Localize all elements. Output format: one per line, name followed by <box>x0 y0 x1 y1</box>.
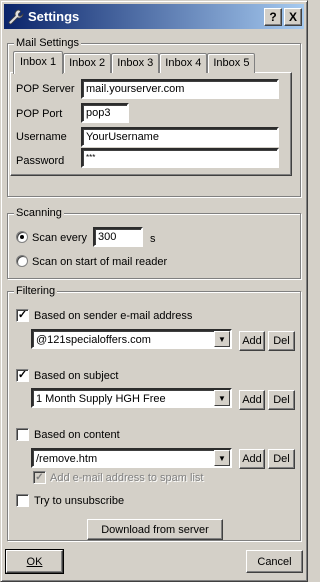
add-to-spam-checkbox[interactable]: ✓ <box>33 471 46 484</box>
help-button[interactable]: ? <box>264 7 282 26</box>
tab-inbox-1[interactable]: Inbox 1 <box>13 51 64 74</box>
scanning-group: Scanning <box>7 207 301 279</box>
pop-port-input[interactable]: pop3 <box>81 103 129 123</box>
username-input[interactable]: YourUsername <box>81 127 279 147</box>
radio-selected-dot <box>20 235 24 239</box>
content-filter-label: Based on content <box>34 429 120 441</box>
unsubscribe-checkbox[interactable] <box>16 494 29 507</box>
pop-port-label: POP Port <box>16 108 63 120</box>
sender-add-button[interactable]: Add <box>239 331 265 351</box>
cancel-button[interactable]: Cancel <box>246 550 303 573</box>
tab-inbox-5[interactable]: Inbox 5 <box>207 53 256 73</box>
scan-interval-unit: s <box>150 233 156 245</box>
sender-filter-checkbox[interactable]: ✓ <box>16 309 29 322</box>
inbox-tabs: Inbox 1 Inbox 2 Inbox 3 Inbox 4 Inbox 5 <box>13 51 256 74</box>
subject-filter-value: 1 Month Supply HGH Free <box>36 393 166 405</box>
tab-inbox-4[interactable]: Inbox 4 <box>159 53 208 73</box>
download-from-server-button[interactable]: Download from server <box>87 519 223 540</box>
subject-filter-checkbox[interactable]: ✓ <box>16 369 29 382</box>
filtering-label: Filtering <box>14 285 58 298</box>
window-title: Settings <box>28 9 80 24</box>
subject-filter-combo[interactable]: 1 Month Supply HGH Free ▼ <box>31 388 232 408</box>
chevron-down-icon[interactable]: ▼ <box>214 390 230 406</box>
tab-inbox-3[interactable]: Inbox 3 <box>111 53 160 73</box>
scan-every-radio[interactable] <box>16 231 28 243</box>
content-filter-value: /remove.htm <box>36 453 98 465</box>
password-input[interactable]: *** <box>81 148 279 168</box>
sender-filter-label: Based on sender e-mail address <box>34 310 193 322</box>
content-add-button[interactable]: Add <box>239 449 265 469</box>
username-label: Username <box>16 131 67 143</box>
scan-on-start-label: Scan on start of mail reader <box>32 256 168 268</box>
scan-on-start-radio[interactable] <box>16 255 28 267</box>
tab-inbox-2[interactable]: Inbox 2 <box>63 53 112 73</box>
ok-button[interactable]: OK <box>5 549 64 574</box>
wrench-icon <box>8 9 24 24</box>
close-button[interactable]: X <box>284 7 302 26</box>
sender-filter-combo[interactable]: @121specialoffers.com ▼ <box>31 329 232 349</box>
scan-interval-input[interactable]: 300 <box>93 227 143 247</box>
chevron-down-icon[interactable]: ▼ <box>214 450 230 466</box>
subject-filter-label: Based on subject <box>34 370 119 382</box>
sender-filter-value: @121specialoffers.com <box>36 334 151 346</box>
unsubscribe-label: Try to unsubscribe <box>34 495 125 507</box>
scan-every-label: Scan every <box>32 232 88 244</box>
sender-del-button[interactable]: Del <box>268 331 295 351</box>
scanning-label: Scanning <box>14 207 64 220</box>
content-filter-combo[interactable]: /remove.htm ▼ <box>31 448 232 468</box>
subject-del-button[interactable]: Del <box>268 390 295 410</box>
title-bar[interactable]: Settings ? X <box>4 4 304 29</box>
cancel-label: Cancel <box>257 555 292 568</box>
settings-window: Settings ? X Mail Settings Inbox 1 Inbox… <box>0 0 308 582</box>
content-filter-checkbox[interactable] <box>16 428 29 441</box>
password-label: Password <box>16 155 65 167</box>
ok-label: OK <box>26 555 43 568</box>
pop-server-input[interactable]: mail.yourserver.com <box>81 79 279 99</box>
subject-add-button[interactable]: Add <box>239 390 265 410</box>
chevron-down-icon[interactable]: ▼ <box>214 331 230 347</box>
content-del-button[interactable]: Del <box>268 449 295 469</box>
add-to-spam-label: Add e-mail address to spam list <box>50 472 204 484</box>
pop-server-label: POP Server <box>16 83 75 95</box>
mail-settings-label: Mail Settings <box>14 37 81 50</box>
